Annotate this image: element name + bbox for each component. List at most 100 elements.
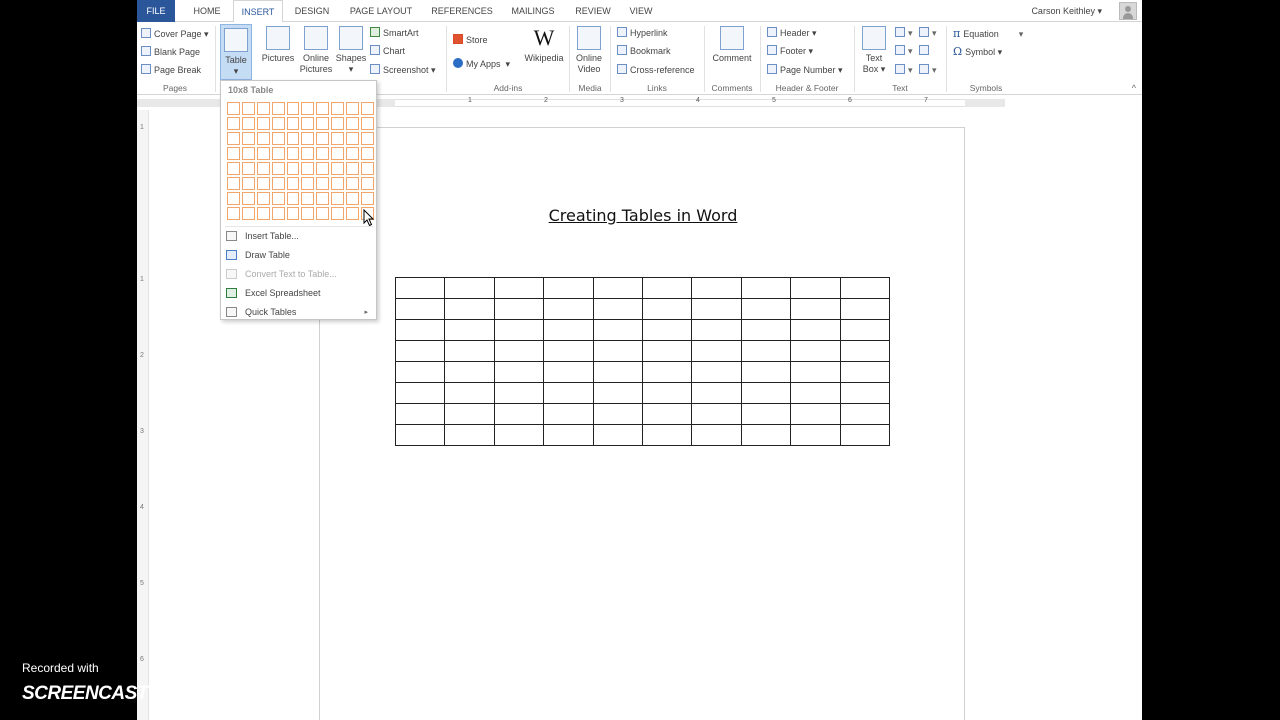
table-cell[interactable] [691, 424, 742, 446]
grid-cell[interactable] [316, 192, 330, 205]
tab-file[interactable]: FILE [137, 0, 175, 22]
pictures-button[interactable]: Pictures [260, 26, 296, 64]
table-cell[interactable] [543, 403, 594, 425]
tab-design[interactable]: DESIGN [289, 0, 335, 22]
grid-cell[interactable] [271, 207, 285, 220]
table-cell[interactable] [444, 403, 495, 425]
table-cell[interactable] [641, 424, 693, 446]
grid-cell[interactable] [256, 132, 270, 145]
grid-cell[interactable] [256, 192, 270, 205]
table-cell[interactable] [790, 424, 841, 446]
grid-cell[interactable] [227, 177, 240, 190]
table-cell[interactable] [691, 277, 742, 299]
table-grid-picker[interactable] [225, 100, 376, 222]
grid-cell[interactable] [256, 207, 270, 220]
grid-cell[interactable] [286, 117, 300, 130]
table-cell[interactable] [790, 340, 841, 362]
table-cell[interactable] [493, 424, 545, 446]
grid-cell[interactable] [227, 207, 240, 220]
grid-cell[interactable] [227, 117, 240, 130]
grid-cell[interactable] [241, 192, 255, 205]
grid-cell[interactable] [256, 147, 270, 160]
grid-cell[interactable] [256, 162, 270, 175]
table-cell[interactable] [394, 382, 446, 404]
grid-cell[interactable] [346, 177, 360, 190]
table-cell[interactable] [790, 361, 841, 383]
insert-table-item[interactable]: Insert Table... [221, 227, 376, 246]
grid-cell[interactable] [286, 147, 300, 160]
header-button[interactable]: Header ▾ [767, 27, 817, 39]
table-cell[interactable] [839, 361, 890, 383]
grid-cell[interactable] [286, 132, 300, 145]
table-cell[interactable] [444, 424, 495, 446]
grid-cell[interactable] [301, 207, 315, 220]
grid-cell[interactable] [256, 102, 270, 115]
table-cell[interactable] [444, 277, 495, 299]
table-cell[interactable] [493, 403, 545, 425]
table-cell[interactable] [394, 403, 446, 425]
table-cell[interactable] [691, 298, 742, 320]
table-cell[interactable] [740, 424, 792, 446]
table-cell[interactable] [444, 319, 495, 341]
grid-cell[interactable] [301, 102, 315, 115]
hyperlink-button[interactable]: Hyperlink [617, 27, 668, 38]
grid-cell[interactable] [227, 132, 240, 145]
vertical-ruler[interactable]: 1 1 2 3 4 5 6 [137, 110, 149, 720]
tab-view[interactable]: VIEW [623, 0, 659, 22]
table-cell[interactable] [740, 361, 792, 383]
table-cell[interactable] [543, 319, 594, 341]
bookmark-button[interactable]: Bookmark [617, 45, 671, 56]
grid-cell[interactable] [361, 117, 374, 130]
table-cell[interactable] [691, 403, 742, 425]
table-cell[interactable] [691, 382, 742, 404]
excel-spreadsheet-item[interactable]: Excel Spreadsheet [221, 284, 376, 303]
grid-cell[interactable] [271, 177, 285, 190]
grid-cell[interactable] [241, 132, 255, 145]
grid-cell[interactable] [301, 177, 315, 190]
table-cell[interactable] [740, 403, 792, 425]
table-cell[interactable] [493, 319, 545, 341]
tab-home[interactable]: HOME [185, 0, 229, 22]
grid-cell[interactable] [227, 102, 240, 115]
grid-cell[interactable] [316, 132, 330, 145]
table-cell[interactable] [394, 319, 446, 341]
table-cell[interactable] [543, 298, 594, 320]
tab-mailings[interactable]: MAILINGS [505, 0, 561, 22]
table-cell[interactable] [493, 298, 545, 320]
table-cell[interactable] [641, 298, 693, 320]
table-cell[interactable] [790, 382, 841, 404]
page-number-button[interactable]: Page Number ▾ [767, 64, 843, 76]
table-cell[interactable] [691, 361, 742, 383]
wordart-button[interactable]: ▾ [895, 45, 913, 57]
grid-cell[interactable] [361, 162, 374, 175]
collapse-ribbon-icon[interactable]: ^ [1132, 83, 1136, 93]
grid-cell[interactable] [331, 147, 345, 160]
table-cell[interactable] [790, 277, 841, 299]
grid-cell[interactable] [301, 147, 315, 160]
grid-cell[interactable] [346, 117, 360, 130]
grid-cell[interactable] [346, 132, 360, 145]
table-cell[interactable] [740, 340, 792, 362]
grid-cell[interactable] [346, 147, 360, 160]
grid-cell[interactable] [271, 117, 285, 130]
grid-cell[interactable] [227, 147, 240, 160]
grid-cell[interactable] [346, 192, 360, 205]
table-cell[interactable] [839, 298, 890, 320]
my-apps-button[interactable]: My Apps ▾ [453, 58, 510, 70]
grid-cell[interactable] [361, 132, 374, 145]
grid-cell[interactable] [361, 147, 374, 160]
grid-cell[interactable] [331, 192, 345, 205]
table-cell[interactable] [641, 361, 693, 383]
table-cell[interactable] [394, 298, 446, 320]
grid-cell[interactable] [361, 102, 374, 115]
blank-page-button[interactable]: Blank Page [141, 46, 200, 57]
grid-cell[interactable] [241, 117, 255, 130]
wikipedia-button[interactable]: W Wikipedia [521, 26, 567, 64]
grid-cell[interactable] [241, 102, 255, 115]
table-cell[interactable] [839, 424, 890, 446]
grid-cell[interactable] [346, 207, 360, 220]
table-cell[interactable] [740, 319, 792, 341]
table-cell[interactable] [543, 382, 594, 404]
table-cell[interactable] [543, 277, 594, 299]
table-cell[interactable] [394, 424, 446, 446]
